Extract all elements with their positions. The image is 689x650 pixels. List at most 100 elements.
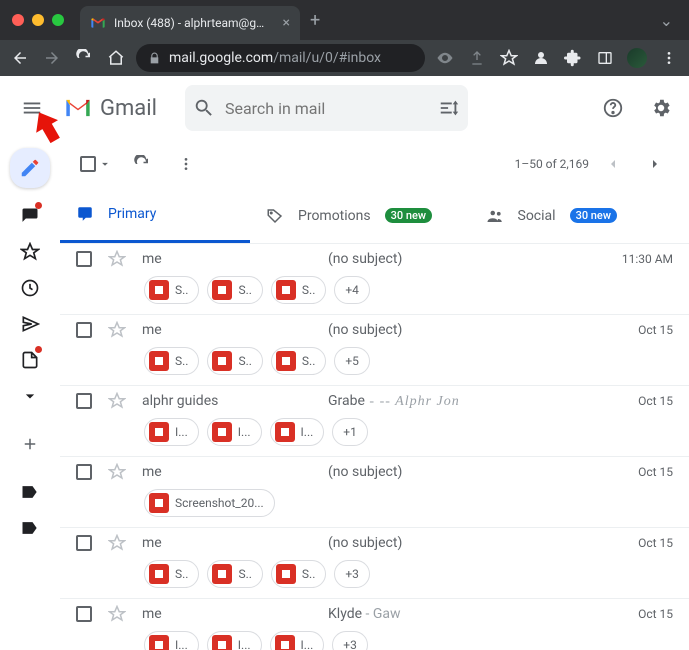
more-actions-button[interactable] <box>168 146 204 182</box>
star-icon[interactable] <box>108 250 126 268</box>
tab-promotions[interactable]: Promotions 30 new <box>250 188 470 243</box>
browser-menu-icon[interactable] <box>657 46 681 70</box>
attachment-chip[interactable]: Screenshot_20... <box>144 489 275 517</box>
drafts-rail-icon[interactable] <box>14 344 46 376</box>
attachment-more-chip[interactable]: +4 <box>334 276 370 304</box>
email-row[interactable]: me (no subject) 11:30 AM S..S..S..+4 <box>60 244 689 315</box>
panel-icon[interactable] <box>593 46 617 70</box>
email-row[interactable]: alphr guides Grabe - -- Alphr Jon Oct 15… <box>60 386 689 457</box>
extension-badge[interactable] <box>625 46 649 70</box>
more-rail-icon[interactable] <box>14 380 46 412</box>
back-button[interactable] <box>8 46 32 70</box>
tab-primary[interactable]: Primary <box>60 188 250 243</box>
main-menu-button[interactable] <box>8 84 56 132</box>
label-rail-icon[interactable] <box>14 476 46 508</box>
search-icon <box>193 97 215 119</box>
compose-button[interactable] <box>10 148 50 188</box>
support-button[interactable] <box>593 88 633 128</box>
new-label-button[interactable] <box>14 428 46 460</box>
label-rail-icon[interactable] <box>14 512 46 544</box>
image-attachment-icon <box>149 422 169 442</box>
row-checkbox[interactable] <box>76 606 92 622</box>
chip-label: I... <box>175 425 188 439</box>
star-icon[interactable] <box>108 463 126 481</box>
attachment-chip[interactable]: S.. <box>271 347 326 375</box>
tab-overflow-button[interactable]: ⌄ <box>652 7 681 34</box>
attachment-more-chip[interactable]: +3 <box>334 560 370 588</box>
url-text: mail.google.com/mail/u/0/#inbox <box>169 50 381 66</box>
attachment-more-chip[interactable]: +3 <box>332 631 368 650</box>
attachment-chip[interactable]: S.. <box>144 276 199 304</box>
star-icon[interactable] <box>108 534 126 552</box>
tab-label: Promotions <box>298 208 371 224</box>
attachment-chip[interactable]: S.. <box>207 560 262 588</box>
chip-label: I... <box>301 638 314 650</box>
minimize-window-button[interactable] <box>32 14 44 26</box>
reload-button[interactable] <box>72 46 96 70</box>
inbox-rail-icon[interactable] <box>14 200 46 232</box>
home-button[interactable] <box>104 46 128 70</box>
attachment-chip[interactable]: S.. <box>207 347 262 375</box>
email-row[interactable]: me (no subject) Oct 15 S..S..S..+3 <box>60 528 689 599</box>
attachment-chip[interactable]: S.. <box>271 276 326 304</box>
attachment-more-chip[interactable]: +1 <box>332 418 368 446</box>
attachment-chip[interactable]: I... <box>144 631 199 650</box>
star-icon[interactable] <box>108 605 126 623</box>
row-checkbox[interactable] <box>76 322 92 338</box>
snoozed-rail-icon[interactable] <box>14 272 46 304</box>
chip-label: I... <box>238 638 251 650</box>
fullscreen-window-button[interactable] <box>52 14 64 26</box>
attachment-chip[interactable]: S.. <box>271 560 326 588</box>
tab-close-icon[interactable]: × <box>283 15 290 31</box>
search-input[interactable] <box>225 99 428 118</box>
chip-label: S.. <box>175 567 188 581</box>
image-attachment-icon <box>149 564 169 584</box>
left-rail <box>0 140 60 650</box>
attachment-chip[interactable]: I... <box>270 631 325 650</box>
attachment-chip[interactable]: I... <box>207 418 262 446</box>
address-bar[interactable]: mail.google.com/mail/u/0/#inbox <box>136 44 425 72</box>
sender: me <box>142 251 312 267</box>
prev-page-button[interactable] <box>595 146 631 182</box>
forward-button[interactable] <box>40 46 64 70</box>
category-tabs: Primary Promotions 30 new Social 30 new <box>60 188 689 244</box>
tab-social[interactable]: Social 30 new <box>470 188 689 243</box>
attachment-chip[interactable]: S.. <box>144 560 199 588</box>
close-window-button[interactable] <box>12 14 24 26</box>
tab-label: Primary <box>108 206 156 222</box>
share-icon[interactable] <box>465 46 489 70</box>
gmail-logo[interactable]: Gmail <box>64 96 177 121</box>
account-icon[interactable] <box>529 46 553 70</box>
star-icon[interactable] <box>108 321 126 339</box>
image-attachment-icon <box>149 280 169 300</box>
new-tab-button[interactable]: + <box>310 10 320 31</box>
email-row[interactable]: me (no subject) Oct 15 S..S..S..+5 <box>60 315 689 386</box>
row-checkbox[interactable] <box>76 393 92 409</box>
search-options-icon[interactable] <box>438 97 460 119</box>
browser-tab[interactable]: Inbox (488) - alphrteam@gmai × <box>80 6 300 40</box>
eye-icon[interactable] <box>433 46 457 70</box>
row-checkbox[interactable] <box>76 535 92 551</box>
sent-rail-icon[interactable] <box>14 308 46 340</box>
attachment-chips: S.. S.. S.. +3 <box>144 560 673 588</box>
attachment-more-chip[interactable]: +5 <box>334 347 370 375</box>
extensions-icon[interactable] <box>561 46 585 70</box>
email-row[interactable]: me Klyde - Gaw Oct 15 I...I...I...+3 <box>60 599 689 650</box>
attachment-chip[interactable]: S.. <box>144 347 199 375</box>
row-checkbox[interactable] <box>76 251 92 267</box>
bookmark-icon[interactable] <box>497 46 521 70</box>
image-attachment-icon <box>276 564 296 584</box>
email-row[interactable]: me (no subject) Oct 15 Screenshot_20... <box>60 457 689 528</box>
settings-button[interactable] <box>641 88 681 128</box>
attachment-chip[interactable]: I... <box>270 418 325 446</box>
search-box[interactable] <box>185 85 468 131</box>
row-checkbox[interactable] <box>76 464 92 480</box>
starred-rail-icon[interactable] <box>14 236 46 268</box>
attachment-chip[interactable]: S.. <box>207 276 262 304</box>
next-page-button[interactable] <box>637 146 673 182</box>
attachment-chip[interactable]: I... <box>144 418 199 446</box>
star-icon[interactable] <box>108 392 126 410</box>
select-all-checkbox[interactable] <box>76 152 116 176</box>
refresh-button[interactable] <box>124 146 160 182</box>
attachment-chip[interactable]: I... <box>207 631 262 650</box>
